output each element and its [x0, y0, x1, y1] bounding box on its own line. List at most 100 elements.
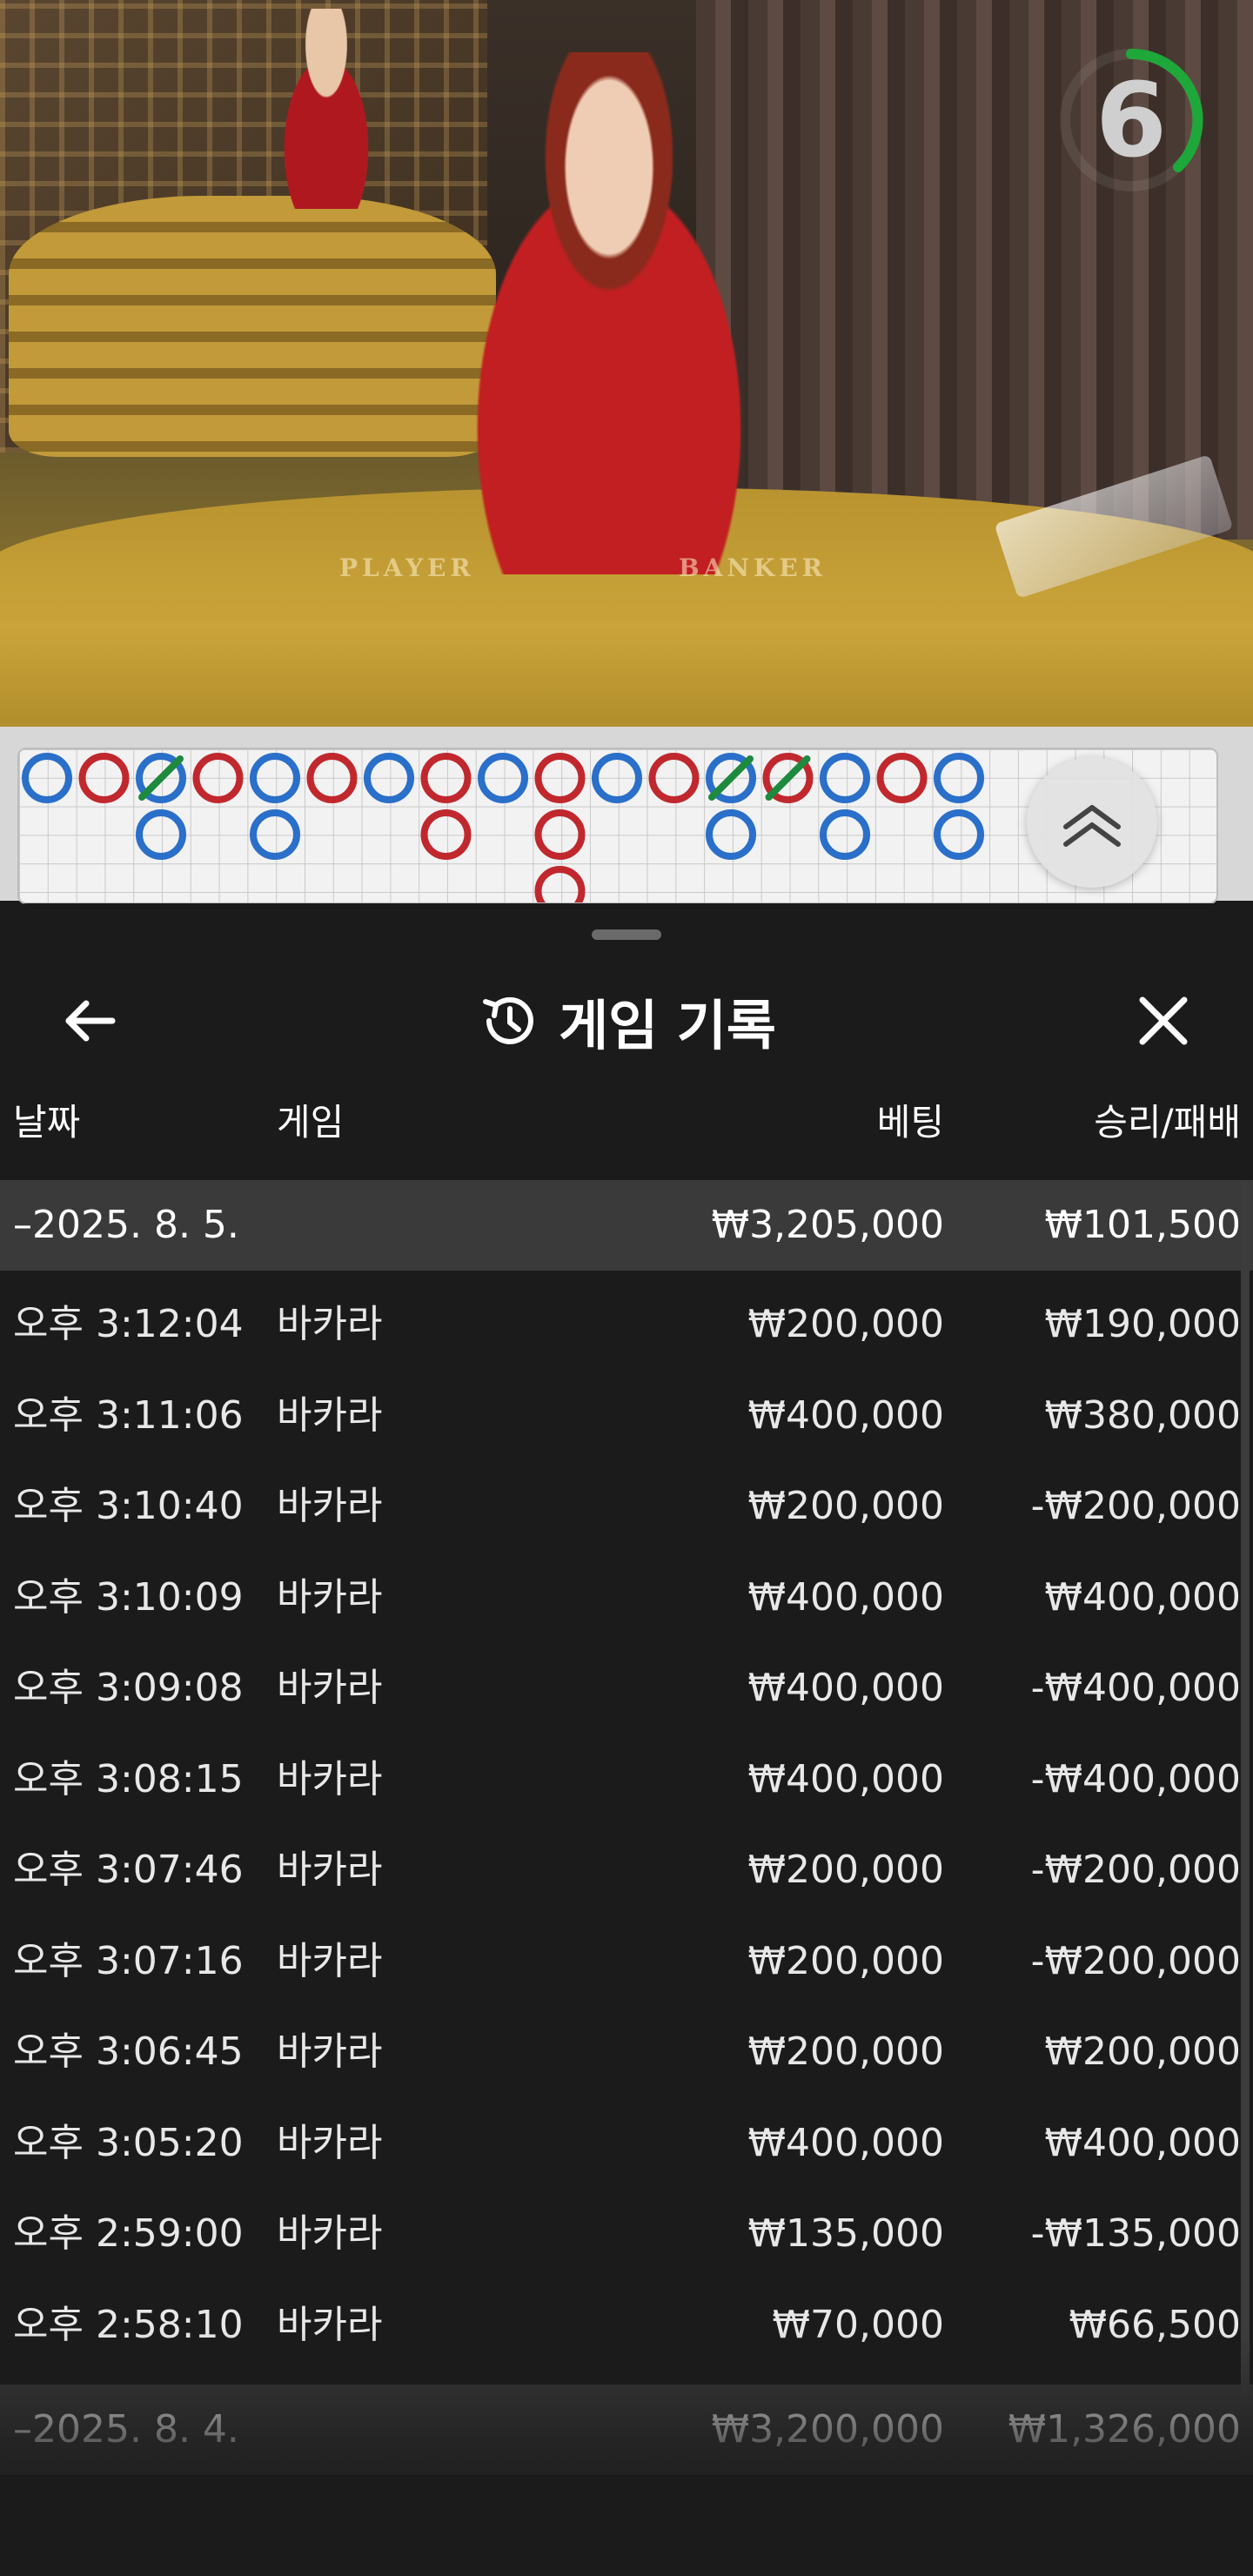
player-mark — [648, 753, 700, 803]
felt-player-label: PLAYER — [339, 553, 475, 582]
row-time: 오후 2:58:10 — [13, 2302, 244, 2347]
player-mark — [420, 809, 472, 860]
banker-mark — [136, 809, 186, 860]
header-date: 날짜 — [13, 1101, 81, 1144]
table-row[interactable]: 오후 3:07:46 바카라 ₩200,000 -₩200,000 — [0, 1825, 1253, 1916]
row-result: ₩66,500 — [1069, 2302, 1241, 2347]
table-row[interactable]: 오후 3:10:40 바카라 ₩200,000 -₩200,000 — [0, 1461, 1253, 1553]
table-row[interactable]: 오후 3:10:09 바카라 ₩400,000 ₩400,000 — [0, 1553, 1253, 1644]
row-time: 오후 2:59:00 — [13, 2211, 244, 2256]
row-game: 바카라 — [277, 1848, 383, 1892]
table-row[interactable]: 오후 3:08:15 바카라 ₩400,000 -₩400,000 — [0, 1734, 1253, 1826]
date-group-row[interactable]: –2025. 8. 5. ₩3,205,000 ₩101,500 — [0, 1180, 1253, 1271]
player-mark — [534, 809, 586, 860]
bead-roadmap[interactable] — [0, 727, 1253, 904]
row-game: 바카라 — [277, 1938, 383, 1983]
row-game: 바카라 — [277, 1574, 383, 1620]
banker-mark — [592, 753, 642, 803]
table-row[interactable]: 오후 3:09:08 바카라 ₩400,000 -₩400,000 — [0, 1643, 1253, 1734]
player-mark — [78, 753, 130, 803]
row-game: 바카라 — [277, 2120, 383, 2165]
row-game: 바카라 — [277, 1484, 383, 1528]
row-bet: ₩200,000 — [747, 1938, 944, 1983]
close-icon — [1139, 996, 1188, 1045]
row-game: 바카라 — [277, 2302, 383, 2347]
table-row[interactable]: 오후 2:59:00 바카라 ₩135,000 -₩135,000 — [0, 2189, 1253, 2280]
banker-mark — [934, 809, 984, 860]
player-mark — [420, 753, 472, 803]
row-time: 오후 3:10:40 — [13, 1484, 244, 1528]
group-date: –2025. 8. 4. — [13, 2407, 239, 2452]
row-time: 오후 3:05:20 — [13, 2120, 244, 2165]
felt-banker-label: BANKER — [679, 553, 827, 582]
table-row[interactable]: 오후 3:07:16 바카라 ₩200,000 -₩200,000 — [0, 1916, 1253, 2008]
row-game: 바카라 — [277, 1756, 383, 1801]
row-bet: ₩135,000 — [747, 2211, 944, 2256]
row-game: 바카라 — [277, 1302, 383, 1346]
group-bet-total: ₩3,205,000 — [711, 1203, 944, 1247]
player-mark — [306, 753, 358, 803]
table-header: 날짜 게임 베팅 승리/패배 — [0, 1093, 1253, 1154]
row-time: 오후 3:09:08 — [13, 1666, 244, 1710]
table-row[interactable]: 오후 3:06:45 바카라 ₩200,000 ₩200,000 — [0, 2007, 1253, 2098]
date-group-row[interactable]: –2025. 8. 4. ₩3,200,000 ₩1,326,000 — [0, 2385, 1253, 2475]
countdown-timer: 6 — [1053, 42, 1209, 198]
row-bet: ₩400,000 — [747, 1666, 944, 1710]
row-result: -₩400,000 — [1030, 1756, 1241, 1801]
row-result: -₩135,000 — [1030, 2211, 1241, 2256]
double-chevron-up-icon — [1063, 805, 1121, 847]
scrollbar[interactable] — [1241, 1180, 1250, 2398]
close-button[interactable] — [1124, 982, 1203, 1060]
banker-mark — [250, 753, 300, 803]
table-row[interactable]: 오후 3:12:04 바카라 ₩200,000 ₩190,000 — [0, 1279, 1253, 1371]
row-game: 바카라 — [277, 2211, 383, 2256]
dealer — [409, 52, 809, 574]
banker-mark — [706, 809, 756, 860]
row-result: ₩400,000 — [1044, 2120, 1241, 2165]
expand-roadmap-button[interactable] — [1027, 757, 1157, 888]
header-game: 게임 — [277, 1101, 345, 1144]
game-history-sheet: 게임 기록 날짜 게임 베팅 승리/패배 –2025. 8. 5. ₩3,205… — [0, 903, 1253, 2576]
row-bet: ₩200,000 — [747, 1484, 944, 1528]
timer-value: 6 — [1095, 60, 1168, 180]
player-mark — [192, 753, 244, 803]
header-bet: 베팅 — [876, 1101, 944, 1144]
back-button[interactable] — [50, 982, 129, 1060]
header-result: 승리/패배 — [1094, 1101, 1241, 1144]
row-game: 바카라 — [277, 1666, 383, 1710]
row-bet: ₩400,000 — [747, 1574, 944, 1620]
row-bet: ₩70,000 — [772, 2302, 944, 2347]
row-time: 오후 3:11:06 — [13, 1392, 244, 1438]
row-bet: ₩400,000 — [747, 1392, 944, 1438]
banker-mark — [820, 753, 870, 803]
row-time: 오후 3:07:46 — [13, 1848, 244, 1892]
row-bet: ₩200,000 — [747, 1302, 944, 1346]
table-row[interactable]: 오후 2:58:10 바카라 ₩70,000 ₩66,500 — [0, 2280, 1253, 2371]
row-game: 바카라 — [277, 1392, 383, 1438]
arrow-left-icon — [65, 1000, 116, 1042]
banker-mark — [250, 809, 300, 860]
drag-handle[interactable] — [592, 929, 661, 940]
row-bet: ₩200,000 — [747, 1848, 944, 1892]
group-bet-total: ₩3,200,000 — [711, 2407, 944, 2452]
row-result: -₩200,000 — [1030, 1848, 1241, 1892]
row-time: 오후 3:10:09 — [13, 1574, 244, 1620]
row-time: 오후 3:06:45 — [13, 2029, 244, 2074]
background-dealer — [261, 9, 392, 209]
banker-mark — [22, 753, 72, 803]
table-row[interactable]: 오후 3:11:06 바카라 ₩400,000 ₩380,000 — [0, 1371, 1253, 1462]
row-result: -₩200,000 — [1030, 1938, 1241, 1983]
row-bet: ₩400,000 — [747, 1756, 944, 1801]
row-result: -₩200,000 — [1030, 1484, 1241, 1528]
player-mark — [534, 866, 586, 902]
row-result: ₩380,000 — [1044, 1392, 1241, 1438]
group-result-total: ₩1,326,000 — [1008, 2407, 1241, 2452]
group-date: –2025. 8. 5. — [13, 1203, 239, 1247]
row-result: -₩400,000 — [1030, 1666, 1241, 1710]
table-row[interactable]: 오후 3:05:20 바카라 ₩400,000 ₩400,000 — [0, 2098, 1253, 2190]
history-icon — [483, 996, 534, 1044]
sheet-title: 게임 기록 — [559, 994, 776, 1057]
row-result: ₩190,000 — [1044, 1302, 1241, 1346]
row-result: ₩400,000 — [1044, 1574, 1241, 1620]
row-time: 오후 3:07:16 — [13, 1938, 244, 1983]
